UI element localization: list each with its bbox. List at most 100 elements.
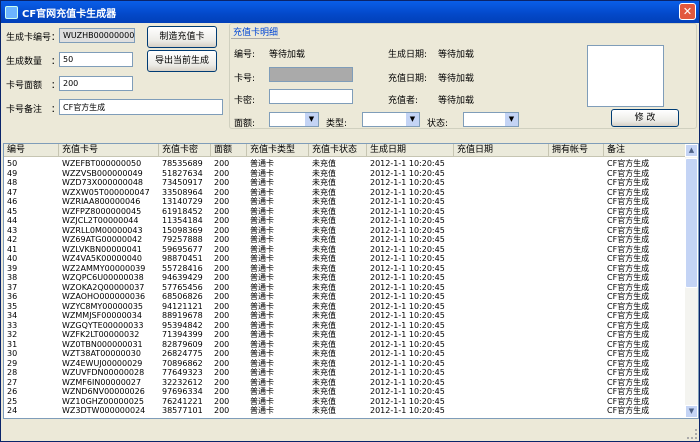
table-row[interactable]: 29 WZ4EWUJ00000029 70896862 200 普通卡 未充值 2012-1… — [4, 359, 686, 369]
table-cell: 普通卡 — [250, 282, 274, 292]
column-header[interactable]: 编号 — [4, 144, 59, 157]
table-cell: 200 — [214, 159, 230, 168]
table-cell: 未充值 — [312, 244, 336, 254]
table-cell: 97696334 — [162, 387, 203, 396]
table-row[interactable]: 46 WZRIAA800000046 13140729 200 普通卡 未充值 2012-1… — [4, 197, 686, 207]
generate-button[interactable]: 制造充值卡 — [147, 26, 217, 48]
column-header[interactable]: 充值卡类型 — [247, 144, 309, 157]
table-row[interactable]: 36 WZAOHO000000036 68506826 200 普通卡 未充值 2012-1… — [4, 292, 686, 302]
table-cell: 39 — [7, 263, 18, 273]
table-cell: 200 — [214, 244, 230, 254]
table-cell: 200 — [214, 368, 230, 377]
detail-card-label: 卡号: — [234, 74, 256, 84]
table-cell: 26824775 — [162, 349, 203, 358]
type-select[interactable]: ▼ — [362, 112, 420, 127]
face-input[interactable]: 200 — [59, 76, 133, 91]
column-header[interactable]: 充值卡号 — [59, 144, 159, 157]
detail-id-label: 编号: — [234, 50, 256, 60]
table-cell: 普通卡 — [250, 225, 274, 235]
table-cell: 71394399 — [162, 330, 203, 339]
table-row[interactable]: 26 WZND6NV00000026 97696334 200 普通卡 未充值 2012-1… — [4, 387, 686, 397]
table-cell: 2012-1-1 10:20:45 — [370, 377, 445, 387]
scroll-thumb[interactable] — [685, 158, 698, 288]
detail-face-label: 面额: — [234, 119, 256, 129]
column-header[interactable]: 拥有帐号 — [549, 144, 604, 157]
column-header[interactable]: 充值卡密 — [159, 144, 211, 157]
table-cell: 普通卡 — [250, 320, 274, 330]
table-cell: 普通卡 — [250, 292, 274, 301]
table-cell: 未充值 — [312, 178, 336, 187]
table-row[interactable]: 40 WZ4VA5K00000040 98870451 200 普通卡 未充值 2012-1… — [4, 254, 686, 264]
table-row[interactable]: 45 WZFPZ8000000045 61918452 200 普通卡 未充值 2012-1… — [4, 207, 686, 217]
column-header[interactable]: 充值日期 — [454, 144, 549, 157]
table-row[interactable]: 31 WZ0TBN000000031 82879609 200 普通卡 未充值 2012-1… — [4, 340, 686, 350]
table-cell: 47 — [7, 187, 18, 197]
table-row[interactable]: 44 WZJCL2T00000044 11354184 200 普通卡 未充值 2012-1… — [4, 216, 686, 226]
detail-pwd-input[interactable] — [269, 89, 353, 104]
table-cell: CF官方生成 — [607, 206, 650, 216]
note-input[interactable]: CF官方生成 — [59, 99, 223, 115]
table-row[interactable]: 42 WZ69ATG00000042 79257888 200 普通卡 未充值 2012-1… — [4, 235, 686, 245]
table-row[interactable]: 37 WZOKA2Q00000037 57765456 200 普通卡 未充值 2012-1… — [4, 283, 686, 293]
table-cell: WZ2AMMY00000039 — [62, 263, 146, 273]
table-cell: CF官方生成 — [607, 178, 650, 187]
detail-card-input[interactable] — [269, 67, 353, 82]
table-cell: 38 — [7, 273, 18, 282]
column-header[interactable]: 生成日期 — [367, 144, 454, 157]
table-cell: 200 — [214, 263, 230, 273]
table-cell: 普通卡 — [250, 273, 274, 282]
table-row[interactable]: 43 WZRLL0M00000043 15098369 200 普通卡 未充值 2012-1… — [4, 226, 686, 236]
table-row[interactable]: 32 WZFK2LT00000032 71394399 200 普通卡 未充值 2012-1… — [4, 330, 686, 340]
table-row[interactable]: 39 WZ2AMMY00000039 55728416 200 普通卡 未充值 2012-1… — [4, 264, 686, 274]
table-row[interactable]: 27 WZMF6IN00000027 32232612 200 普通卡 未充值 2012-1… — [4, 378, 686, 388]
close-icon[interactable]: ✕ — [679, 3, 696, 20]
detail-id-value: 等待加载 — [269, 50, 306, 60]
state-select[interactable]: ▼ — [463, 112, 519, 127]
table-row[interactable]: 50 WZEFBT000000050 78535689 200 普通卡 未充值 2012-1… — [4, 159, 686, 169]
table-cell: 普通卡 — [250, 197, 274, 206]
table-row[interactable]: 49 WZZVSB000000049 51827634 200 普通卡 未充值 2012-1… — [4, 169, 686, 179]
count-input[interactable]: 50 — [59, 52, 133, 67]
table-row[interactable]: 28 WZUVFDN00000028 77649323 200 普通卡 未充值 2012-1… — [4, 368, 686, 378]
column-header[interactable]: 备注 — [604, 144, 686, 157]
table-cell: 未充值 — [312, 168, 336, 178]
table-cell: 94121121 — [162, 301, 203, 311]
table-cell: 57765456 — [162, 282, 203, 292]
scroll-down-icon[interactable]: ▼ — [685, 405, 698, 418]
table-cell: CF官方生成 — [607, 349, 650, 358]
table-cell: 普通卡 — [250, 396, 274, 406]
code-input[interactable]: WUZHB00000000000 — [59, 28, 135, 43]
table-row[interactable]: 35 WZYC8MY00000035 94121121 200 普通卡 未充值 2012-1… — [4, 302, 686, 312]
export-button[interactable]: 导出当前生成 — [147, 50, 217, 72]
title-bar[interactable]: CF官网充值卡生成器 ✕ — [1, 1, 699, 23]
table-row[interactable]: 24 WZ3DTW000000024 38577101 200 普通卡 未充值 2012-1… — [4, 406, 686, 416]
vertical-scrollbar[interactable]: ▲ ▼ — [685, 144, 698, 418]
face-select[interactable]: ▼ — [269, 112, 319, 127]
table-cell: WZMMJSF00000034 — [62, 311, 142, 320]
detail-recharger-label: 充值者: — [388, 96, 419, 106]
table-cell: 36 — [7, 292, 18, 301]
column-header[interactable]: 面额 — [211, 144, 247, 157]
detail-recharger-value: 等待加载 — [438, 96, 475, 106]
table-row[interactable]: 30 WZT38AT00000030 26824775 200 普通卡 未充值 2012-1… — [4, 349, 686, 359]
table-cell: 76241221 — [162, 396, 203, 406]
table-row[interactable]: 25 WZ10GHZ00000025 76241221 200 普通卡 未充值 2012-1… — [4, 397, 686, 407]
table-row[interactable]: 38 WZQPC6U00000038 94639429 200 普通卡 未充值 2012-1… — [4, 273, 686, 283]
detail-note-textarea[interactable] — [587, 45, 664, 107]
table-row[interactable]: 33 WZGQYTE00000033 95394842 200 普通卡 未充值 2012-1… — [4, 321, 686, 331]
table-cell: 普通卡 — [250, 159, 274, 168]
table-row[interactable]: 47 WZXW05T000000047 33508964 200 普通卡 未充值 2012-… — [4, 188, 686, 198]
edit-button[interactable]: 修 改 — [611, 109, 679, 127]
table-row[interactable]: 41 WZLVKBN00000041 59695677 200 普通卡 未充值 2012-1… — [4, 245, 686, 255]
column-header[interactable]: 充值卡状态 — [309, 144, 367, 157]
scroll-up-icon[interactable]: ▲ — [685, 144, 698, 157]
table-cell: CF官方生成 — [607, 368, 650, 377]
table-row[interactable]: 48 WZD73X000000048 73450917 200 普通卡 未充值 2012-1… — [4, 178, 686, 188]
table-cell: WZ10GHZ00000025 — [62, 396, 144, 406]
table-cell: 94639429 — [162, 273, 203, 282]
table-cell: WZMF6IN00000027 — [62, 377, 142, 387]
table-cell: CF官方生成 — [607, 216, 650, 225]
resize-grip-icon[interactable] — [687, 429, 697, 439]
card-table[interactable]: 编号 充值卡号 充值卡密 面额 充值卡类型 充值卡状态 生成日期 充值日期 拥有帐号 备注 50 W… — [3, 143, 699, 419]
table-row[interactable]: 34 WZMMJSF00000034 88919678 200 普通卡 未充值 2012-1… — [4, 311, 686, 321]
